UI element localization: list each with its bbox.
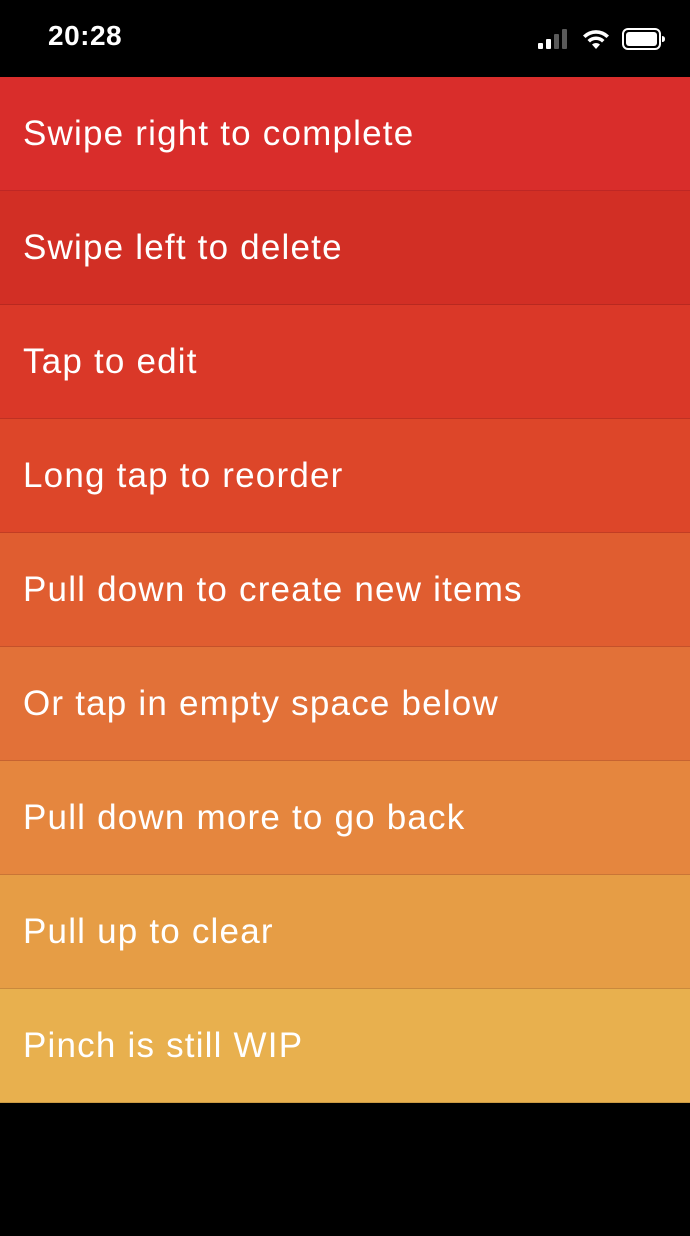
- todo-item-label: Tap to edit: [23, 342, 198, 381]
- status-icons: [538, 26, 666, 52]
- todo-item-label: Long tap to reorder: [23, 456, 344, 495]
- todo-item[interactable]: Pull down more to go back: [0, 761, 690, 875]
- todo-item[interactable]: Swipe right to complete: [0, 77, 690, 191]
- todo-item-label: Swipe left to delete: [23, 228, 343, 267]
- todo-list: Swipe right to complete Swipe left to de…: [0, 77, 690, 1103]
- app-screen: 20:28 Swipe right to complete Swipe left…: [0, 0, 690, 1236]
- empty-space-tap-area[interactable]: [0, 1105, 690, 1236]
- todo-item-label: Pinch is still WIP: [23, 1026, 304, 1065]
- cellular-signal-icon: [538, 29, 567, 49]
- todo-item[interactable]: Or tap in empty space below: [0, 647, 690, 761]
- todo-item[interactable]: Pinch is still WIP: [0, 989, 690, 1103]
- todo-item[interactable]: Pull up to clear: [0, 875, 690, 989]
- status-bar: 20:28: [0, 0, 690, 77]
- todo-item-label: Pull up to clear: [23, 912, 274, 951]
- todo-item[interactable]: Pull down to create new items: [0, 533, 690, 647]
- status-time: 20:28: [48, 20, 123, 51]
- battery-icon: [622, 28, 665, 50]
- todo-item-label: Or tap in empty space below: [23, 684, 499, 723]
- todo-item[interactable]: Long tap to reorder: [0, 419, 690, 533]
- wifi-icon: [583, 30, 609, 49]
- todo-item[interactable]: Swipe left to delete: [0, 191, 690, 305]
- todo-item-label: Pull down more to go back: [23, 798, 466, 837]
- todo-item-label: Pull down to create new items: [23, 570, 523, 609]
- todo-item-label: Swipe right to complete: [23, 114, 415, 153]
- todo-item[interactable]: Tap to edit: [0, 305, 690, 419]
